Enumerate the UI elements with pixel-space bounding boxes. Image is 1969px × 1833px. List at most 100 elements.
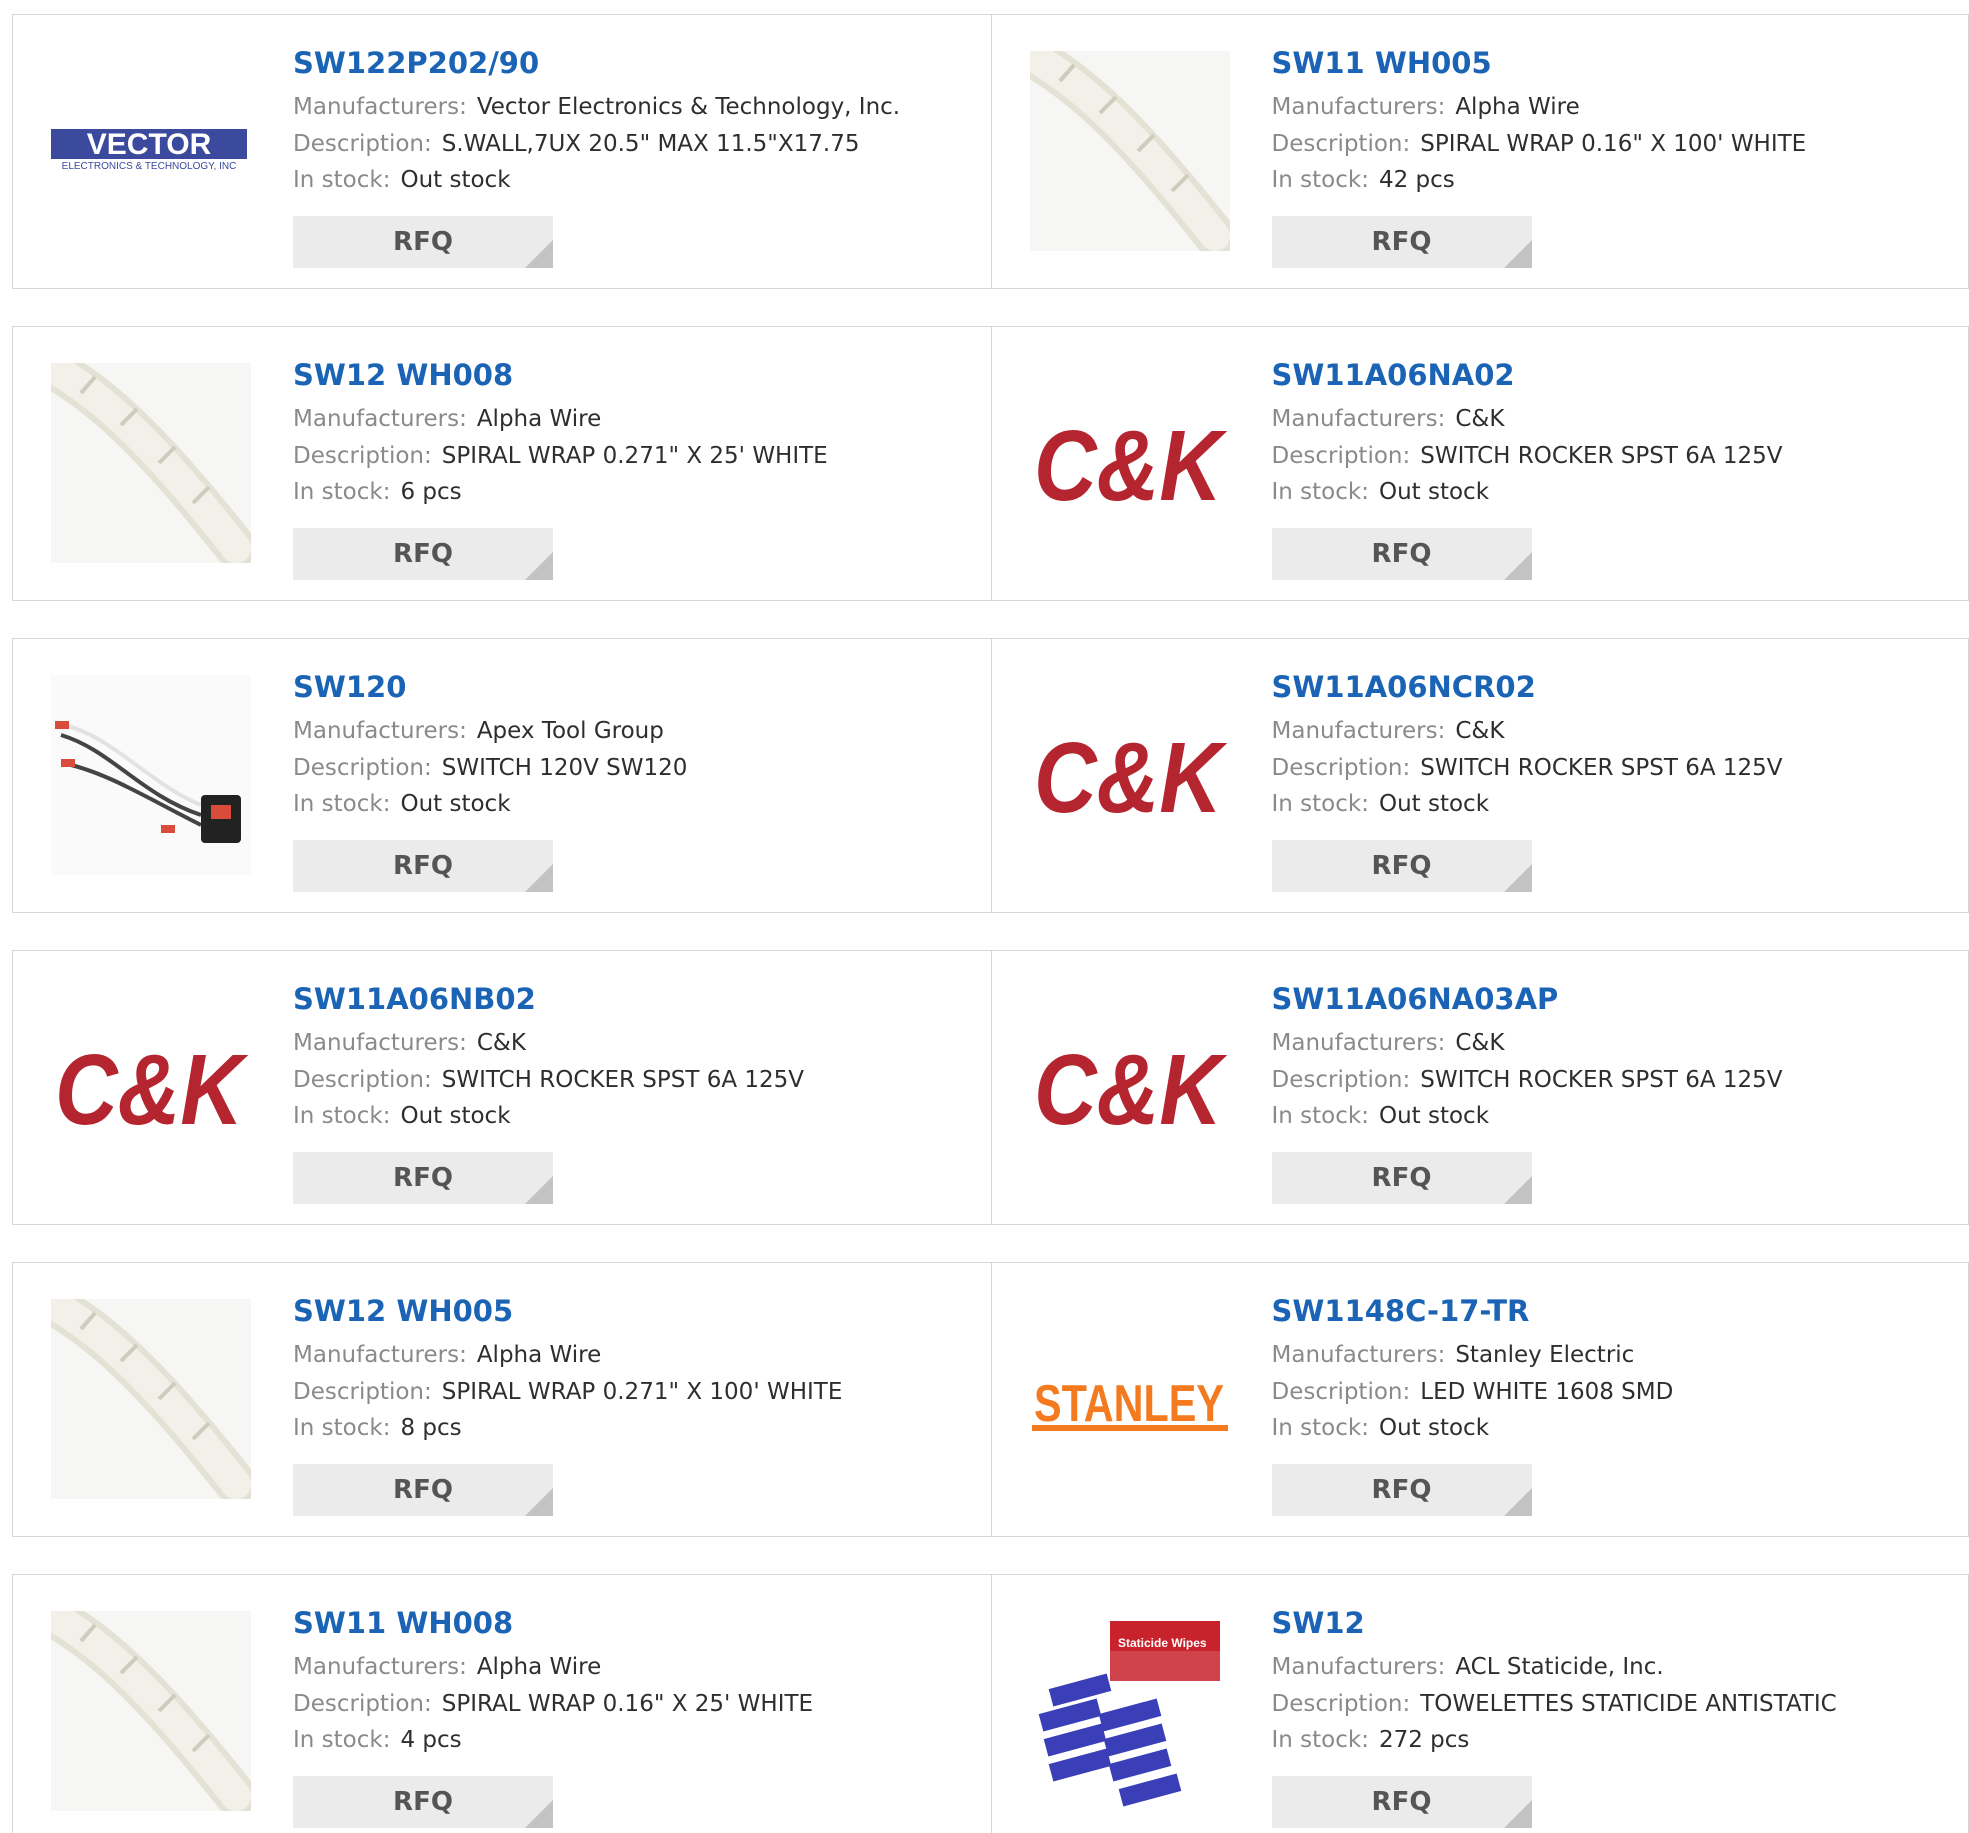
stock-value: Out stock (1378, 1103, 1490, 1129)
part-number-link[interactable]: SW120 (293, 667, 981, 707)
product-row: SW12 WH005 Manufacturers: Alpha Wire Desc… (12, 1262, 1969, 1537)
product-thumbnail[interactable] (51, 1611, 251, 1811)
stock-value: 4 pcs (400, 1727, 462, 1753)
manufacturer-label: Manufacturers: (293, 406, 467, 432)
product-card: C&K SW11A06NA02 Manufacturers: C&K Descri… (990, 327, 1969, 600)
stock-line: In stock: 42 pcs (1272, 162, 1959, 199)
product-thumbnail[interactable]: C&K (51, 987, 251, 1187)
product-row: SW12 WH008 Manufacturers: Alpha Wire Desc… (12, 326, 1969, 601)
part-number-link[interactable]: SW11A06NA02 (1272, 355, 1959, 395)
product-thumbnail[interactable]: C&K (1030, 363, 1230, 563)
ck-logo: C&K (1034, 410, 1228, 518)
product-thumbnail[interactable]: C&K (1030, 987, 1230, 1187)
product-thumbnail[interactable]: C&K (1030, 675, 1230, 875)
part-number-link[interactable]: SW12 (1272, 1603, 1959, 1643)
stock-label: In stock: (1271, 1415, 1369, 1441)
product-card: C&K SW11A06NB02 Manufacturers: C&K Descri… (13, 951, 991, 1224)
rfq-corner-decoration (1503, 240, 1532, 268)
rfq-button[interactable]: RFQ (1271, 1464, 1532, 1516)
description-label: Description: (293, 1378, 432, 1405)
manufacturer-value: Alpha Wire (1455, 94, 1580, 120)
rfq-corner-decoration (1503, 864, 1532, 892)
product-thumbnail[interactable] (51, 1299, 251, 1499)
stock-line: In stock: 4 pcs (293, 1722, 981, 1759)
description-value: SWITCH ROCKER SPST 6A 125V (441, 1066, 805, 1093)
stock-label: In stock: (1271, 1727, 1369, 1753)
stock-line: In stock: Out stock (1272, 1410, 1959, 1447)
product-info: SW11A06NCR02 Manufacturers: C&K Descripti… (1272, 667, 1959, 823)
part-number-link[interactable]: SW1148C-17-TR (1272, 1291, 1959, 1331)
product-info: SW11 WH005 Manufacturers: Alpha Wire Desc… (1272, 43, 1959, 199)
description-label: Description: (1271, 754, 1411, 781)
rfq-button[interactable]: RFQ (1271, 216, 1532, 268)
manufacturer-label: Manufacturers: (293, 718, 467, 744)
part-number-link[interactable]: SW11 WH008 (293, 1603, 981, 1643)
product-card: SW11 WH005 Manufacturers: Alpha Wire Desc… (990, 15, 1969, 288)
rfq-button[interactable]: RFQ (1271, 1776, 1532, 1828)
manufacturer-line: Manufacturers: Alpha Wire (293, 401, 981, 438)
product-thumbnail[interactable] (1029, 51, 1230, 251)
manufacturer-line: Manufacturers: Alpha Wire (1272, 89, 1959, 126)
manufacturer-line: Manufacturers: C&K (1272, 713, 1959, 750)
rfq-button[interactable]: RFQ (293, 1152, 553, 1204)
part-number-link[interactable]: SW11A06NCR02 (1272, 667, 1959, 707)
rfq-corner-decoration (1503, 1176, 1532, 1204)
switch-harness-photo (51, 675, 251, 875)
rfq-button[interactable]: RFQ (293, 840, 553, 892)
rfq-button[interactable]: RFQ (293, 216, 553, 268)
description-label: Description: (1271, 130, 1411, 157)
product-thumbnail[interactable]: Staticide Wipes (1029, 1611, 1230, 1811)
manufacturer-value: Stanley Electric (1455, 1342, 1635, 1368)
product-thumbnail[interactable]: VECTOR ELECTRONICS & TECHNOLOGY, INC (51, 51, 251, 251)
description-label: Description: (1271, 1690, 1411, 1717)
description-line: Description: SPIRAL WRAP 0.16" X 25' WHIT… (293, 1686, 981, 1723)
part-number-link[interactable]: SW11A06NB02 (293, 979, 981, 1019)
manufacturer-value: Alpha Wire (476, 1654, 602, 1680)
description-value: SPIRAL WRAP 0.16" X 100' WHITE (1420, 130, 1807, 157)
manufacturer-label: Manufacturers: (1271, 94, 1446, 120)
part-number-link[interactable]: SW11A06NA03AP (1272, 979, 1959, 1019)
svg-text:C&K: C&K (55, 1034, 249, 1142)
description-value: SPIRAL WRAP 0.271" X 100' WHITE (441, 1378, 843, 1405)
product-row: VECTOR ELECTRONICS & TECHNOLOGY, INC SW1… (12, 14, 1969, 289)
product-thumbnail[interactable]: STANLEY (1030, 1299, 1230, 1499)
manufacturer-line: Manufacturers: Alpha Wire (293, 1337, 981, 1374)
product-thumbnail[interactable] (51, 363, 251, 563)
part-number-link[interactable]: SW12 WH005 (293, 1291, 981, 1331)
manufacturer-line: Manufacturers: C&K (1272, 401, 1959, 438)
stock-line: In stock: 8 pcs (293, 1410, 981, 1447)
description-label: Description: (293, 754, 432, 781)
product-thumbnail[interactable] (51, 675, 251, 875)
manufacturer-value: Alpha Wire (476, 406, 602, 432)
ck-logo: C&K (1034, 722, 1228, 830)
rfq-label: RFQ (1371, 1163, 1432, 1193)
rfq-button[interactable]: RFQ (1271, 840, 1532, 892)
rfq-button[interactable]: RFQ (293, 1776, 553, 1828)
part-number-link[interactable]: SW12 WH008 (293, 355, 981, 395)
stock-value: 42 pcs (1378, 167, 1455, 193)
description-value: SPIRAL WRAP 0.271" X 25' WHITE (441, 442, 828, 469)
rfq-button[interactable]: RFQ (1271, 1152, 1532, 1204)
svg-text:STANLEY: STANLEY (1034, 1375, 1224, 1433)
rfq-button[interactable]: RFQ (293, 1464, 553, 1516)
product-info: SW122P202/90 Manufacturers: Vector Electr… (293, 43, 981, 199)
svg-text:C&K: C&K (1034, 722, 1228, 830)
description-line: Description: SPIRAL WRAP 0.16" X 100' WHI… (1272, 126, 1959, 163)
rfq-corner-decoration (525, 1176, 553, 1204)
stock-label: In stock: (293, 1103, 391, 1129)
stock-line: In stock: Out stock (293, 162, 981, 199)
rfq-label: RFQ (1371, 1787, 1432, 1817)
manufacturer-label: Manufacturers: (1271, 1342, 1446, 1368)
part-number-link[interactable]: SW122P202/90 (293, 43, 981, 83)
rfq-button[interactable]: RFQ (1271, 528, 1532, 580)
svg-text:C&K: C&K (1034, 1034, 1228, 1142)
manufacturer-value: C&K (1455, 718, 1505, 744)
svg-text:C&K: C&K (1034, 410, 1228, 518)
part-number-link[interactable]: SW11 WH005 (1272, 43, 1959, 83)
rfq-corner-decoration (1503, 1800, 1532, 1828)
stock-label: In stock: (1271, 167, 1369, 193)
manufacturer-value: Vector Electronics & Technology, Inc. (476, 94, 901, 120)
description-label: Description: (1271, 1378, 1411, 1405)
rfq-button[interactable]: RFQ (293, 528, 553, 580)
rfq-corner-decoration (525, 552, 553, 580)
